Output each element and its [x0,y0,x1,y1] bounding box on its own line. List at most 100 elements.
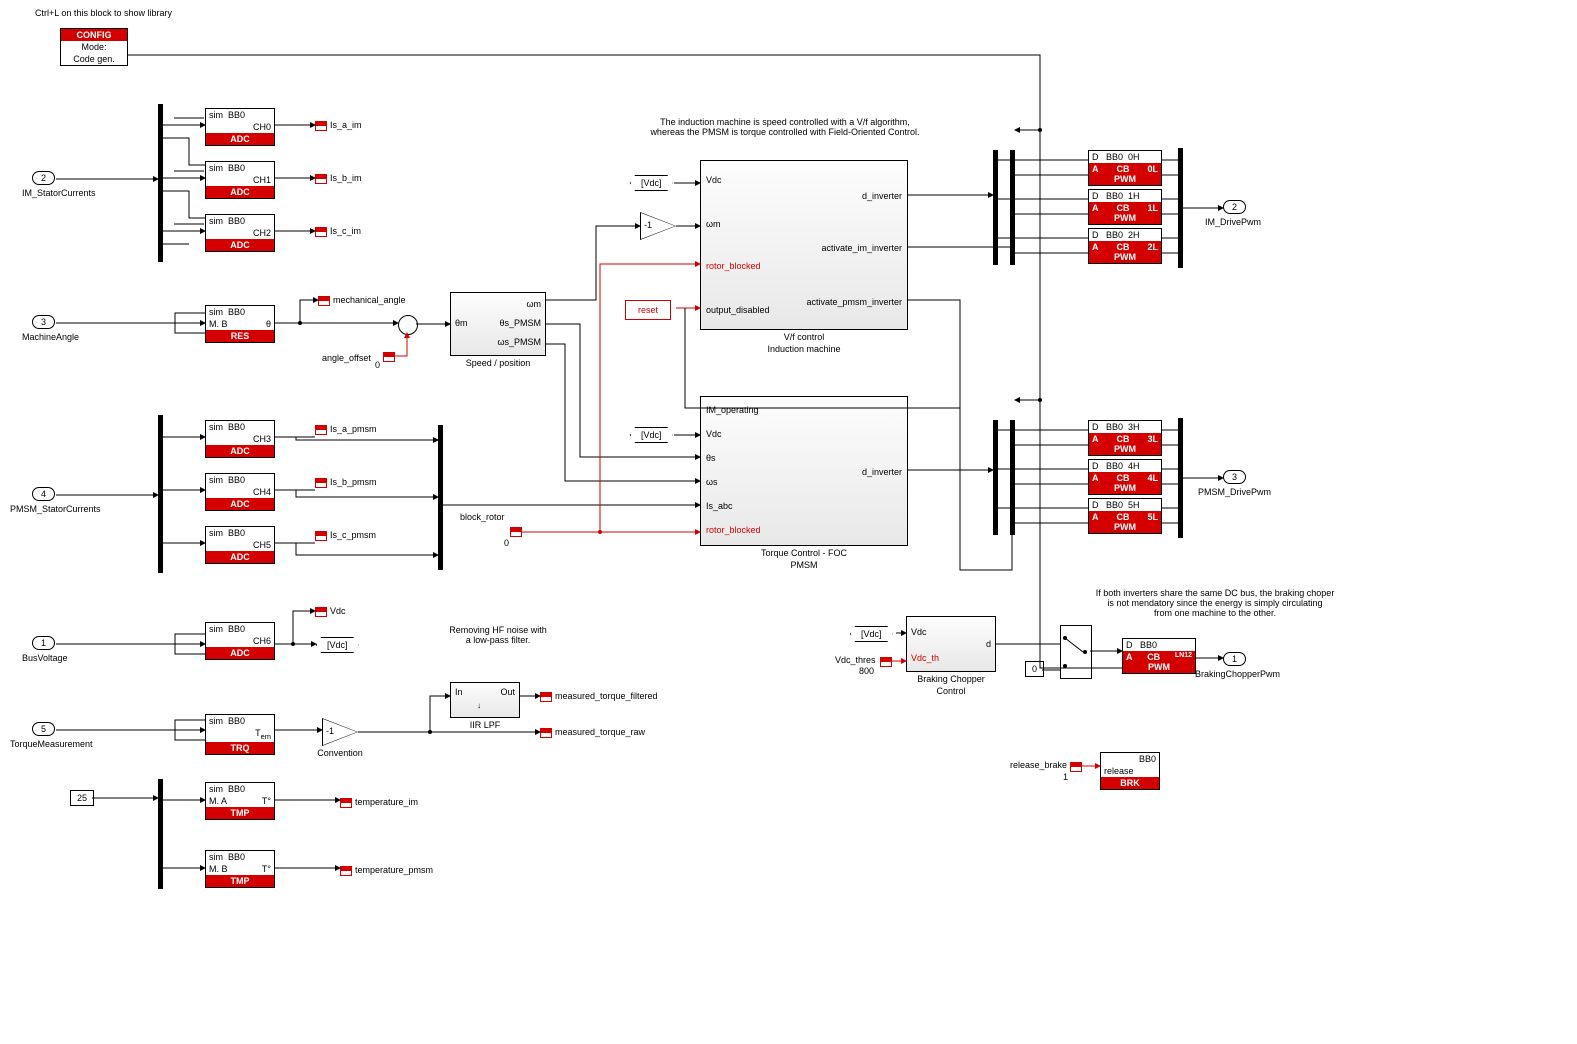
outport-1[interactable]: 1 [1223,652,1246,666]
goto-mech-angle: mechanical_angle [333,295,406,305]
pwm-2[interactable]: D BB0 2H A2LCBPWM [1088,228,1162,264]
from-vdc-2[interactable]: [Vdc] [630,427,673,443]
subsys-vf-t1: V/f control [700,332,908,342]
subsys-speed[interactable]: θm ωm θs_PMSM ωs_PMSM [450,292,546,356]
subsys-brake[interactable]: Vdc Vdc_th d [906,616,996,672]
goto-is-b-im: Is_b_im [330,173,362,183]
mux-pwm-pmsm [1178,418,1183,538]
pwm-0[interactable]: D BB0 0H A0LCBPWM [1088,150,1162,186]
goto-tpmsm-icon [340,866,352,876]
pwm-4[interactable]: D BB0 4H A4LCBPWM [1088,459,1162,495]
inport-5[interactable]: 5 [32,722,55,736]
adc-ch5[interactable]: sim BB0 CH5ADC [205,526,275,564]
pwm-5[interactable]: D BB0 5H A5LCBPWM [1088,498,1162,534]
switch-block[interactable] [1060,625,1092,679]
gain-conv-name: Convention [310,748,370,758]
from-vdc-1[interactable]: [Vdc] [630,175,673,191]
goto-tpmsm: temperature_pmsm [355,865,433,875]
const-25[interactable]: 25 [70,790,94,806]
outport-3-label: PMSM_DrivePwm [1198,487,1271,497]
from-angle-offset: angle_offset [322,353,371,363]
block-rotor-val: 0 [504,538,509,548]
demux-temps [158,779,163,889]
subsys-iir-title: IIR LPF [450,720,520,730]
tmp-a[interactable]: sim BB0 M. AT° TMP [205,782,275,820]
subsys-foc[interactable]: IM_operating Vdc θs ωs Is_abc rotor_bloc… [700,396,908,546]
goto-is-c-im-icon [315,227,327,237]
goto-is-c-pmsm: Is_c_pmsm [330,530,376,540]
inport-2-label: IM_StatorCurrents [22,188,96,198]
from-release-brake: release_brake [1010,760,1067,770]
from-block-rotor-icon [510,527,522,537]
goto-vdc-tag[interactable]: [Vdc] [316,637,359,653]
from-release-brake-icon [1070,762,1082,772]
brk-block[interactable]: BB0 release BRK [1100,752,1160,790]
adc-ch0[interactable]: sim BB0 CH0ADC [205,108,275,146]
release-brake-val: 1 [1063,772,1068,782]
from-angle-offset-icon [383,352,395,362]
mux-is-abc [438,425,443,570]
goto-is-c-pmsm-icon [315,531,327,541]
subsys-vf[interactable]: Vdc ωm rotor_blocked output_disabled d_i… [700,160,908,330]
demux-d-im [993,150,998,265]
goto-tr-icon [540,728,552,738]
demux-im-currents [158,104,163,262]
inport-1[interactable]: 1 [32,636,55,650]
gain-neg1-wm-val: -1 [644,220,652,230]
bus-act-pmsm [1010,420,1015,535]
goto-tf-icon [540,692,552,702]
config-block[interactable]: CONFIG Mode: Code gen. [60,28,128,66]
adc-ch3[interactable]: sim BB0 CH3ADC [205,420,275,458]
goto-tim: temperature_im [355,797,418,807]
bus-act-im [1010,150,1015,265]
res-block[interactable]: sim BB0 M. Bθ RES [205,305,275,343]
tmp-b[interactable]: sim BB0 M. BT° TMP [205,850,275,888]
outport-3[interactable]: 3 [1223,470,1246,484]
goto-is-a-im: Is_a_im [330,120,362,130]
inport-3-label: MachineAngle [22,332,79,342]
outport-2[interactable]: 2 [1223,200,1246,214]
inport-4-label: PMSM_StatorCurrents [10,504,101,514]
subsys-brake-t1: Braking Chopper [906,674,996,684]
sum-angle[interactable] [398,315,418,335]
subsys-iir[interactable]: In Out ↓ [450,682,520,718]
note-lpf: Removing HF noise with a low-pass filter… [428,625,568,645]
from-vdc-thres-icon [880,657,892,667]
mux-pwm-im [1178,148,1183,268]
demux-pmsm-currents [158,415,163,573]
from-vdc-3[interactable]: [Vdc] [850,626,893,642]
adc-ch1[interactable]: sim BB0 CH1ADC [205,161,275,199]
vdc-thres-val: 800 [859,666,874,676]
inport-5-label: TorqueMeasurement [10,739,93,749]
adc-ch6[interactable]: sim BB0 CH6ADC [205,622,275,660]
goto-is-a-im-icon [315,121,327,131]
subsys-foc-t2: PMSM [700,560,908,570]
subsys-speed-title: Speed / position [450,358,546,368]
pwm-1[interactable]: D BB0 1H A1LCBPWM [1088,189,1162,225]
angle-offset-val: 0 [375,360,380,370]
goto-is-c-im: Is_c_im [330,226,361,236]
help-hint: Ctrl+L on this block to show library [35,8,172,18]
goto-tim-icon [340,798,352,808]
goto-tr: measured_torque_raw [555,727,645,737]
inport-4[interactable]: 4 [32,487,55,501]
goto-mech-angle-icon [318,296,330,306]
outport-1-label: BrakingChopperPwm [1195,669,1280,679]
reset-block[interactable]: reset [625,300,671,320]
note-top: The induction machine is speed controlle… [625,117,945,137]
inport-1-label: BusVoltage [22,653,68,663]
from-vdc-thres: Vdc_thres [835,655,876,665]
inport-2[interactable]: 2 [32,171,55,185]
pwm-3[interactable]: D BB0 3H A3LCBPWM [1088,420,1162,456]
adc-ch2[interactable]: sim BB0 CH2ADC [205,214,275,252]
note-brake: If both inverters share the same DC bus,… [1050,588,1380,618]
trq-block[interactable]: sim BB0 Tem TRQ [205,714,275,755]
const-zero[interactable]: 0 [1025,661,1044,677]
goto-is-b-im-icon [315,174,327,184]
from-block-rotor: block_rotor [460,512,505,522]
inport-3[interactable]: 3 [32,315,55,329]
goto-vdc: Vdc [330,606,346,616]
goto-is-b-pmsm: Is_b_pmsm [330,477,377,487]
adc-ch4[interactable]: sim BB0 CH4ADC [205,473,275,511]
pwm-brake[interactable]: D BB0 ALN12CBPWM [1122,638,1196,674]
